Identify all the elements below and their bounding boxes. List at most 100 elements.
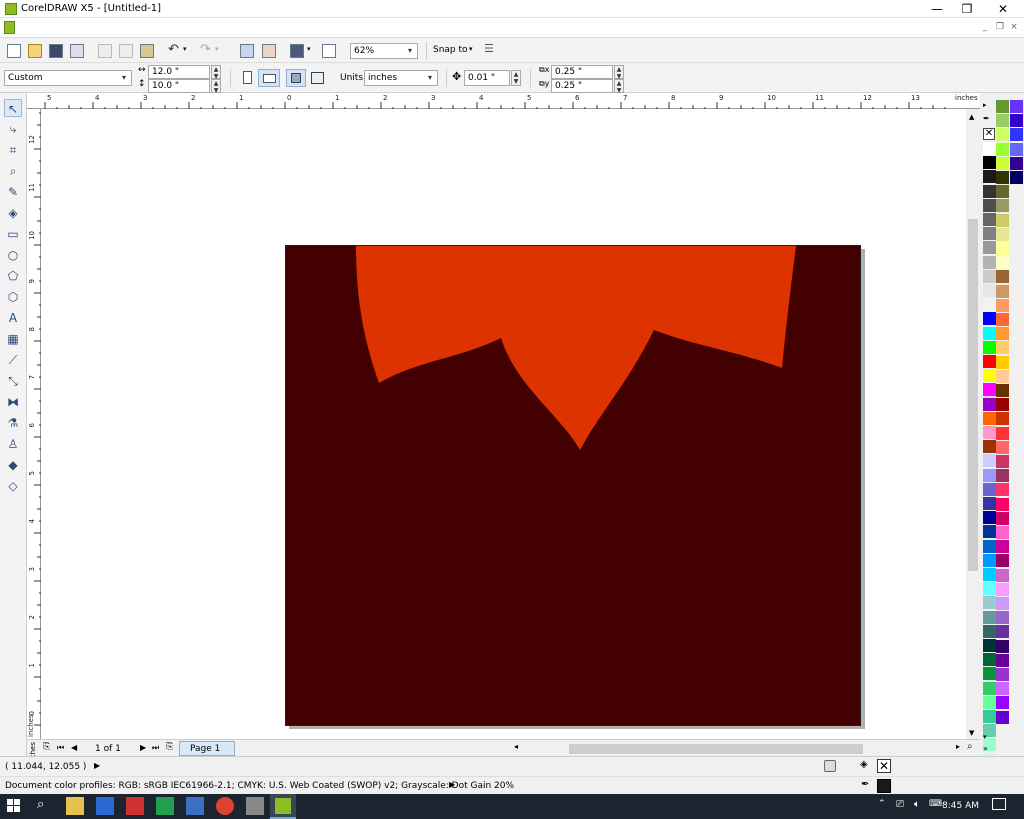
scroll-left-icon[interactable]: ◂ <box>514 742 518 751</box>
color-swatch[interactable] <box>996 355 1009 369</box>
color-swatch[interactable] <box>983 326 996 340</box>
color-swatch[interactable] <box>983 568 996 581</box>
current-page-icon[interactable] <box>311 72 324 84</box>
palette-scroll-up-icon[interactable]: ▸ <box>983 101 987 109</box>
page-1-tab[interactable]: Page 1 <box>179 741 235 756</box>
smart-fill-tool-icon[interactable]: ◈ <box>4 204 22 222</box>
color-swatch[interactable] <box>983 511 996 525</box>
search-icon[interactable]: ⌕ <box>37 797 44 812</box>
duplicate-distance-y-input[interactable]: 0.25 " <box>551 79 613 93</box>
color-swatch[interactable] <box>996 497 1009 511</box>
color-swatch[interactable] <box>983 284 996 297</box>
page-height-spinner[interactable]: ▲ ▼ <box>211 79 221 94</box>
rectangle-tool-icon[interactable]: ▭ <box>4 225 22 243</box>
paste-icon[interactable] <box>140 44 154 58</box>
basic-shapes-tool-icon[interactable]: ⬡ <box>4 288 22 306</box>
parallel-dimension-tool-icon[interactable]: ⟋ <box>4 351 22 369</box>
red-app-icon[interactable] <box>126 797 144 815</box>
next-page-icon[interactable]: ▶ <box>140 743 146 752</box>
vertical-ruler[interactable]: 12 11 10 9 8 7 6 5 4 3 2 1 0 inches <box>27 109 41 739</box>
landscape-button[interactable] <box>258 69 280 87</box>
close-button[interactable]: ✕ <box>986 0 1020 18</box>
color-swatch[interactable] <box>996 156 1009 170</box>
color-swatch[interactable] <box>996 341 1009 355</box>
page-rectangle[interactable] <box>285 245 861 726</box>
redo-dropdown-icon[interactable]: ▾ <box>215 45 219 53</box>
color-swatch[interactable] <box>983 553 996 567</box>
color-swatch[interactable] <box>983 624 996 638</box>
color-swatch[interactable] <box>1010 156 1023 170</box>
color-swatch[interactable] <box>1010 142 1023 156</box>
snap-to-dropdown-icon[interactable]: ▾ <box>469 45 473 53</box>
palette-scroll-down-icon[interactable]: ▾ <box>983 733 987 741</box>
color-swatch[interactable] <box>996 327 1009 341</box>
interactive-fill-tool-icon[interactable]: ◇ <box>4 477 22 495</box>
nudge-distance-input[interactable]: 0.01 " <box>464 70 510 86</box>
blend-tool-icon[interactable]: ⧓ <box>4 393 22 411</box>
undo-icon[interactable]: ↶ <box>168 42 179 57</box>
outline-pen-tool-icon[interactable]: ♙ <box>4 435 22 453</box>
volume-icon[interactable]: 🔈︎ <box>914 799 920 810</box>
color-swatch[interactable] <box>983 539 996 553</box>
scroll-down-icon[interactable]: ▼ <box>969 729 974 737</box>
coreldraw-app-icon[interactable] <box>5 3 17 15</box>
color-swatch[interactable] <box>983 142 996 155</box>
chevron-down-icon[interactable]: ▾ <box>424 72 436 84</box>
mdi-restore-button[interactable]: ❐ <box>994 21 1006 33</box>
color-swatch[interactable] <box>996 526 1009 539</box>
color-swatch[interactable] <box>996 611 1009 625</box>
color-swatch[interactable] <box>1010 171 1023 184</box>
mdi-close-button[interactable]: × <box>1008 21 1020 33</box>
redo-icon[interactable]: ↷ <box>200 42 211 57</box>
color-swatch[interactable] <box>983 482 996 496</box>
color-swatch[interactable] <box>996 384 1009 397</box>
undo-dropdown-icon[interactable]: ▾ <box>183 45 187 53</box>
page-width-spinner[interactable]: ▲ ▼ <box>211 65 221 80</box>
application-launcher-icon[interactable] <box>290 44 304 58</box>
options-icon[interactable]: ☰ <box>484 42 494 55</box>
nudge-spinner[interactable]: ▲ ▼ <box>511 70 521 86</box>
vertical-scroll-thumb[interactable] <box>968 219 978 571</box>
color-swatch[interactable] <box>996 313 1009 326</box>
insert-page-before-icon[interactable]: ⎘ <box>43 742 50 752</box>
color-swatch[interactable] <box>996 682 1009 696</box>
all-pages-button[interactable] <box>286 69 306 87</box>
print-icon[interactable] <box>70 44 84 58</box>
color-swatch[interactable] <box>983 582 996 596</box>
color-swatch[interactable] <box>996 696 1009 710</box>
color-swatch[interactable] <box>983 710 996 723</box>
drawing-canvas[interactable] <box>41 109 966 739</box>
color-swatch[interactable] <box>983 454 996 468</box>
new-document-icon[interactable] <box>7 44 21 58</box>
document-color-profiles[interactable]: Document color profiles: RGB: sRGB IEC61… <box>5 781 514 791</box>
previous-page-icon[interactable]: ◀ <box>71 743 77 752</box>
color-swatch[interactable] <box>996 256 1009 270</box>
document-icon[interactable] <box>4 21 15 34</box>
color-swatch[interactable] <box>996 568 1009 582</box>
color-swatch[interactable] <box>983 312 996 326</box>
color-swatch[interactable] <box>996 142 1009 156</box>
scroll-right-icon[interactable]: ▸ <box>956 742 960 751</box>
color-swatch[interactable] <box>996 227 1009 241</box>
color-swatch[interactable] <box>983 681 996 695</box>
color-swatch[interactable] <box>983 497 996 510</box>
text-tool-icon[interactable]: A <box>4 309 22 327</box>
tray-chevron-icon[interactable]: ⌃ <box>878 799 886 809</box>
color-swatch[interactable] <box>983 213 996 226</box>
color-swatch[interactable] <box>996 440 1009 454</box>
color-swatch[interactable] <box>996 412 1009 426</box>
color-swatch[interactable] <box>996 540 1009 554</box>
color-swatch[interactable] <box>996 426 1009 440</box>
import-icon[interactable] <box>240 44 254 58</box>
snap-to-button[interactable]: Snap to <box>433 45 468 55</box>
color-swatch[interactable] <box>996 284 1009 298</box>
palette-expand-icon[interactable]: » <box>983 744 988 753</box>
units-combo[interactable]: inches ▾ <box>364 70 438 86</box>
insert-page-after-icon[interactable]: ⎘ <box>166 742 173 752</box>
duplicate-y-spinner[interactable]: ▲ ▼ <box>614 79 624 94</box>
clock[interactable]: 8:45 AM <box>942 801 979 811</box>
color-swatch[interactable] <box>983 653 996 667</box>
color-swatch[interactable] <box>983 355 996 368</box>
active-app-button[interactable] <box>270 794 296 819</box>
windows-start-icon[interactable] <box>7 799 21 813</box>
